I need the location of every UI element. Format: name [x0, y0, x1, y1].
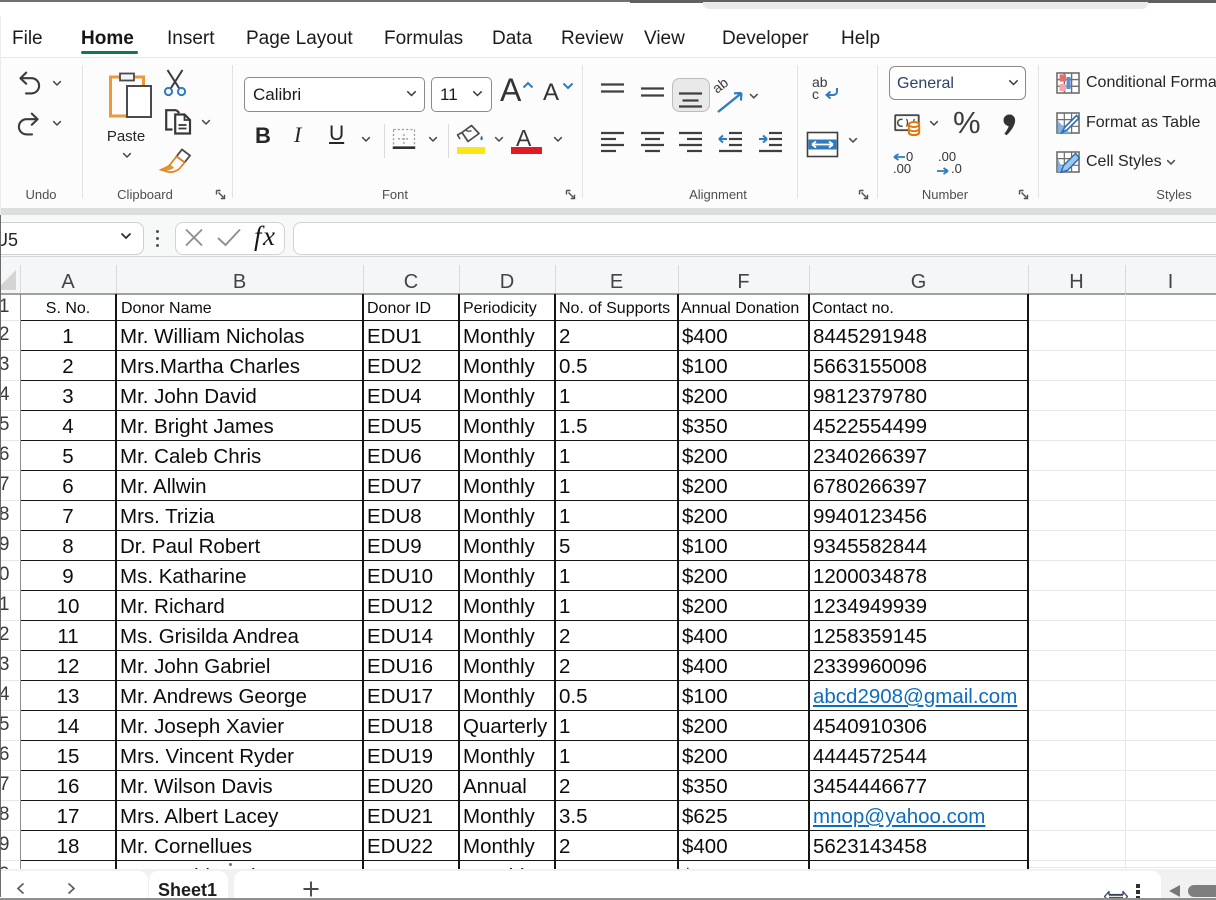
svg-text:ab: ab [709, 78, 731, 96]
